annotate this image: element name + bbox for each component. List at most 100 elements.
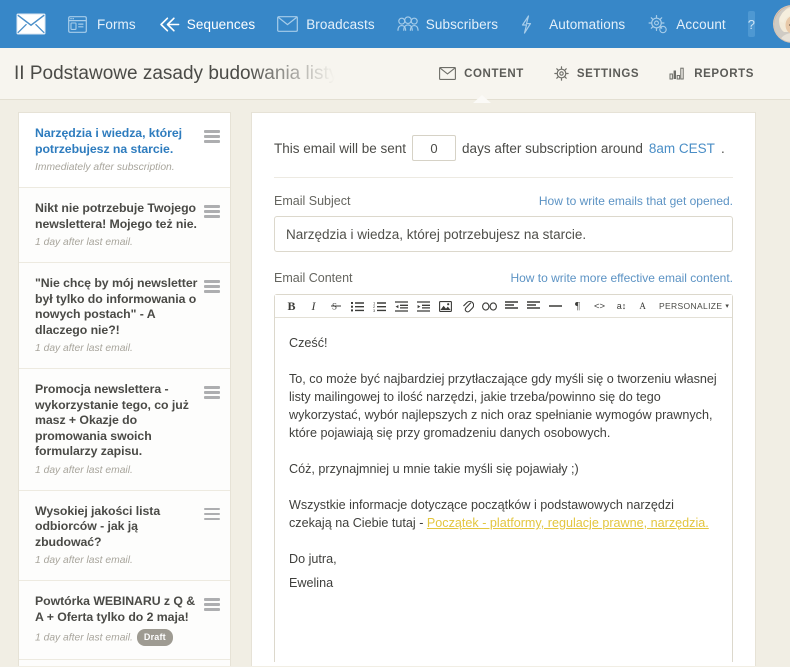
nav-item-sequences-label: Sequences bbox=[186, 16, 256, 32]
list-item-text: Promocja newslettera - wykorzystanie teg… bbox=[35, 382, 204, 477]
image-icon[interactable] bbox=[435, 296, 456, 316]
delay-days-input[interactable] bbox=[412, 135, 457, 161]
align-left-icon[interactable] bbox=[501, 296, 522, 316]
nav-item-broadcasts[interactable]: Broadcasts bbox=[277, 14, 375, 34]
page-subheader: II Podstawowe zasady budowania listy CON… bbox=[0, 48, 790, 100]
status-badge: Draft bbox=[136, 629, 173, 646]
nav-item-broadcasts-label: Broadcasts bbox=[306, 16, 375, 32]
page-title: II Podstawowe zasady budowania listy bbox=[14, 62, 339, 84]
email-body-link[interactable]: Początek - platformy, regulacje prawne, … bbox=[427, 516, 709, 530]
nav-item-subscribers-label: Subscribers bbox=[425, 16, 499, 32]
tab-settings-label: SETTINGS bbox=[576, 67, 640, 80]
list-item-text: Narzędzia i wiedza, której potrzebujesz … bbox=[35, 126, 204, 174]
outdent-icon[interactable] bbox=[391, 296, 412, 316]
envelope-icon bbox=[439, 67, 457, 80]
attachment-icon[interactable] bbox=[457, 296, 478, 316]
editor-toolbar: B I S 1 2 3 bbox=[275, 295, 732, 318]
envelope-icon bbox=[277, 14, 299, 34]
gear-icon bbox=[647, 14, 669, 34]
tab-reports[interactable]: REPORTS bbox=[669, 67, 754, 80]
tab-content-label: CONTENT bbox=[464, 67, 524, 80]
schedule-middle: days after subscription around bbox=[462, 140, 643, 156]
link-icon[interactable] bbox=[479, 296, 500, 316]
content-label: Email Content bbox=[274, 271, 353, 285]
personalize-dropdown[interactable]: PERSONALIZE ▾ bbox=[655, 296, 732, 316]
email-paragraph-with-link: Wszystkie informacje dotyczące początków… bbox=[289, 496, 718, 532]
drag-handle-icon[interactable] bbox=[204, 507, 220, 520]
form-window-icon bbox=[68, 14, 90, 34]
email-paragraph: Do jutra, bbox=[289, 552, 337, 566]
list-item[interactable]: Promocja newslettera - wykorzystanie teg… bbox=[19, 369, 230, 491]
avatar-image bbox=[773, 5, 790, 43]
list-item[interactable]: Nikt nie potrzebuje Twojego newslettera!… bbox=[19, 188, 230, 263]
nav-item-account[interactable]: Account bbox=[647, 14, 726, 34]
line-height-icon[interactable]: a↕ bbox=[611, 296, 632, 316]
email-paragraph: Ewelina bbox=[289, 576, 334, 590]
source-code-icon[interactable]: <> bbox=[589, 296, 610, 316]
list-item-subtitle: 1 day after last email. Draft bbox=[35, 629, 198, 646]
drag-handle-icon[interactable] bbox=[204, 598, 220, 611]
top-navigation-bar: Forms Sequences Broadcasts Subscribers A… bbox=[0, 0, 790, 48]
nav-item-forms[interactable]: Forms bbox=[68, 14, 136, 34]
subject-field-header: Email Subject How to write emails that g… bbox=[274, 194, 733, 208]
envelope-logo-icon[interactable] bbox=[16, 10, 46, 38]
avatar[interactable] bbox=[773, 5, 790, 43]
sequence-email-list: Narzędzia i wiedza, której potrzebujesz … bbox=[18, 112, 231, 666]
indent-icon[interactable] bbox=[413, 296, 434, 316]
list-item-subtitle: 1 day after last email. bbox=[35, 237, 133, 248]
tab-reports-label: REPORTS bbox=[694, 67, 754, 80]
list-item-text: Nikt nie potrzebuje Twojego newslettera!… bbox=[35, 201, 204, 249]
page-body: Narzędzia i wiedza, której potrzebujesz … bbox=[0, 100, 790, 666]
email-body-content[interactable]: Cześć! To, co może być najbardziej przyt… bbox=[275, 318, 732, 662]
nav-item-automations[interactable]: Automations bbox=[520, 14, 625, 34]
paragraph-icon[interactable]: ¶ bbox=[567, 296, 588, 316]
horizontal-rule-icon[interactable] bbox=[545, 296, 566, 316]
bold-icon[interactable]: B bbox=[281, 296, 302, 316]
double-chevron-left-icon bbox=[158, 14, 180, 34]
list-item-title: "Nie chcę by mój newsletter był tylko do… bbox=[35, 276, 198, 337]
list-item-title: Powtórka WEBINARU z Q & A + Oferta tylko… bbox=[35, 594, 196, 624]
unordered-list-icon[interactable] bbox=[347, 296, 368, 316]
page-tabs: CONTENT SETTINGS REPORTS bbox=[439, 66, 754, 81]
tab-content[interactable]: CONTENT bbox=[439, 67, 524, 80]
list-item[interactable]: Powtórka WEBINARU z Q & A + Oferta tylko… bbox=[19, 581, 230, 660]
list-item-subtitle: 1 day after last email. bbox=[35, 343, 133, 354]
schedule-row: This email will be sent days after subsc… bbox=[274, 135, 733, 178]
list-item-text: Powtórka WEBINARU z Q & A + Oferta tylko… bbox=[35, 594, 204, 646]
list-item-text: "Nie chcę by mój newsletter był tylko do… bbox=[35, 276, 204, 355]
nav-item-sequences[interactable]: Sequences bbox=[158, 14, 255, 34]
italic-icon[interactable]: I bbox=[303, 296, 324, 316]
list-item-title: Promocja newslettera - wykorzystanie teg… bbox=[35, 382, 189, 458]
lightning-bolt-icon bbox=[520, 14, 542, 34]
gear-icon bbox=[554, 66, 569, 81]
text-color-icon[interactable]: A bbox=[633, 296, 654, 316]
subject-help-link[interactable]: How to write emails that get opened. bbox=[539, 194, 733, 208]
help-button[interactable]: ? bbox=[747, 11, 756, 37]
email-editor-panel: This email will be sent days after subsc… bbox=[251, 112, 756, 666]
tab-settings[interactable]: SETTINGS bbox=[554, 66, 639, 81]
list-item[interactable]: 3 rzeczy, które możesz bbox=[19, 659, 230, 666]
drag-handle-icon[interactable] bbox=[204, 130, 220, 143]
nav-item-subscribers[interactable]: Subscribers bbox=[397, 14, 498, 34]
list-item-title: Narzędzia i wiedza, której potrzebujesz … bbox=[35, 126, 182, 156]
schedule-prefix: This email will be sent bbox=[274, 140, 407, 156]
send-time-link[interactable]: 8am CEST bbox=[649, 141, 715, 156]
drag-handle-icon[interactable] bbox=[204, 386, 220, 399]
personalize-label: PERSONALIZE bbox=[659, 301, 723, 311]
list-item[interactable]: Narzędzia i wiedza, której potrzebujesz … bbox=[19, 113, 230, 188]
list-item[interactable]: "Nie chcę by mój newsletter był tylko do… bbox=[19, 263, 230, 369]
list-item[interactable]: Wysokiej jakości lista odbiorców - jak j… bbox=[19, 490, 230, 581]
nav-item-account-label: Account bbox=[676, 16, 726, 32]
ordered-list-icon[interactable]: 1 2 3 bbox=[369, 296, 390, 316]
drag-handle-icon[interactable] bbox=[204, 205, 220, 218]
align-justify-icon[interactable] bbox=[523, 296, 544, 316]
content-help-link[interactable]: How to write more effective email conten… bbox=[510, 271, 733, 285]
people-group-icon bbox=[397, 14, 419, 34]
strikethrough-icon[interactable]: S bbox=[325, 296, 346, 316]
email-subject-input[interactable] bbox=[274, 216, 733, 252]
chevron-down-icon: ▾ bbox=[725, 303, 730, 310]
email-paragraph: Cześć! bbox=[289, 336, 328, 350]
drag-handle-icon[interactable] bbox=[204, 280, 220, 293]
email-paragraph: To, co może być najbardziej przytłaczają… bbox=[289, 372, 717, 440]
email-paragraph: Cóż, przynajmniej u mnie takie myśli się… bbox=[289, 462, 579, 476]
